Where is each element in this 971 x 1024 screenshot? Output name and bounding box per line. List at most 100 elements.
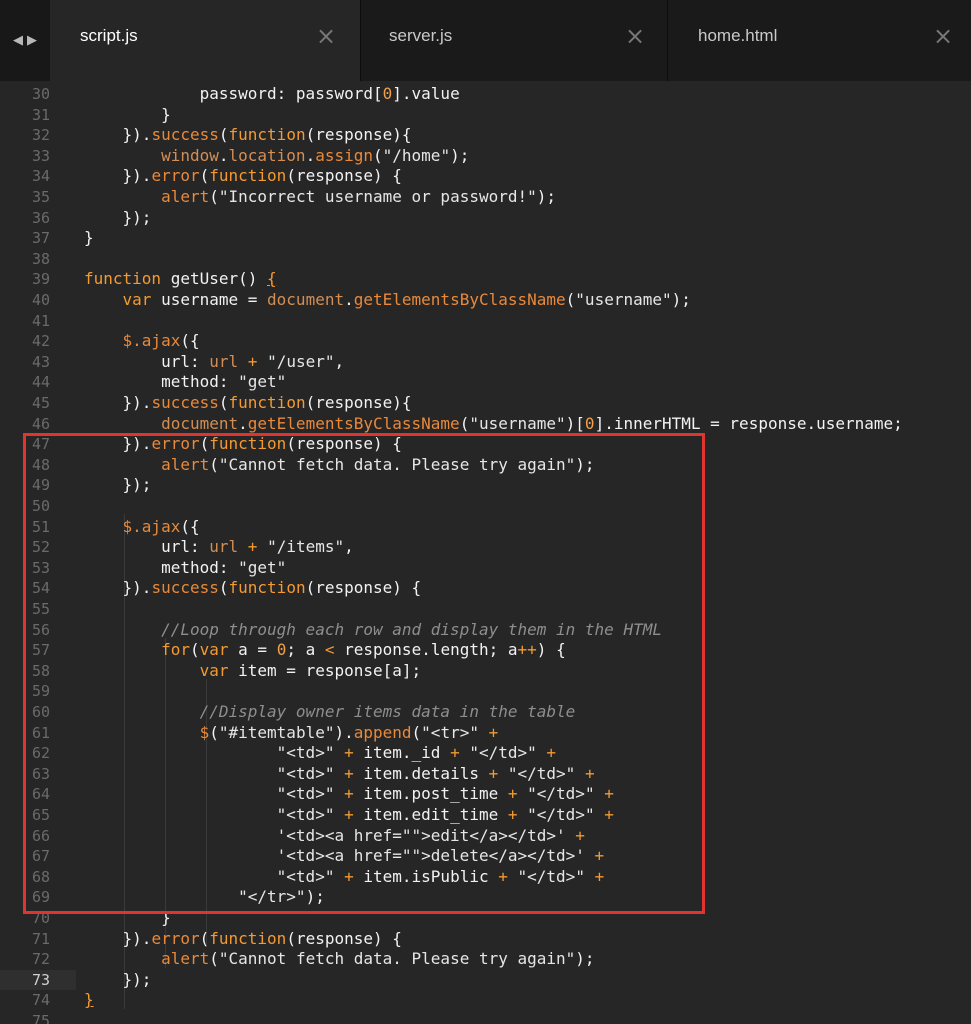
code-line[interactable]: 53 method: "get" [0,558,971,579]
line-code: "<td>" + item._id + "</td>" + [276,743,557,763]
tab-server-js[interactable]: server.js × [361,0,667,81]
close-icon[interactable]: × [621,22,649,50]
line-code: $.ajax({ [122,516,200,536]
code-line[interactable]: 31 } [0,105,971,126]
line-number: 60 [31,703,50,721]
line-code: var item = response[a]; [199,660,422,680]
line-code: url: url + "/items", [84,537,354,557]
line-code: }).error(function(response) { [84,434,402,454]
tab-home-html[interactable]: home.html × [668,0,971,81]
code-line[interactable]: 74} [0,990,971,1011]
code-line[interactable]: 32 }).success(function(response){ [0,125,971,146]
line-number: 46 [31,414,50,433]
line-number: 52 [31,538,50,557]
code-line[interactable]: 66 '<td><a href="">edit</a></td>' + [0,826,971,847]
tab-bar: ◀ ▶ script.js × server.js × home.html × [0,0,971,81]
line-number: 34 [31,167,50,186]
line-code: }).error(function(response) { [84,166,402,186]
code-line[interactable]: 72 alert("Cannot fetch data. Please try … [0,949,971,970]
code-line[interactable]: 35 alert("Incorrect username or password… [0,187,971,208]
code-line[interactable]: 55 [0,599,971,620]
code-line[interactable]: 59 [0,681,971,702]
close-icon[interactable]: × [312,22,340,50]
line-number: 32 [31,126,50,145]
tab-navigation: ◀ ▶ [0,0,50,81]
line-number: 38 [31,249,50,268]
code-line[interactable]: 56 //Loop through each row and display t… [0,620,971,641]
code-line[interactable]: 50 [0,496,971,517]
code-line[interactable]: 46 document.getElementsByClassName("user… [0,414,971,435]
code-line[interactable]: 30 password: password[0].value [0,84,971,105]
code-line[interactable]: 45 }).success(function(response){ [0,393,971,414]
code-line[interactable]: 34 }).error(function(response) { [0,166,971,187]
code-line[interactable]: 70 } [0,908,971,929]
line-number: 73 [31,970,50,989]
code-line[interactable]: 33 window.location.assign("/home"); [0,146,971,167]
code-line[interactable]: 47 }).error(function(response) { [0,434,971,455]
line-code: alert("Incorrect username or password!")… [161,187,557,206]
line-number: 66 [31,826,50,845]
code-line[interactable]: 44 method: "get" [0,372,971,393]
code-line[interactable]: 54 }).success(function(response) { [0,578,971,599]
code-line[interactable]: 51 $.ajax({ [0,517,971,538]
code-line[interactable]: 63 "<td>" + item.details + "</td>" + [0,764,971,785]
code-line[interactable]: 64 "<td>" + item.post_time + "</td>" + [0,784,971,805]
close-icon[interactable]: × [929,22,957,50]
line-code: "<td>" + item.details + "</td>" + [276,763,595,783]
line-number: 57 [31,641,50,660]
line-code: '<td><a href="">delete</a></td>' + [276,846,605,866]
line-code: }); [84,475,152,495]
code-line[interactable]: 65 "<td>" + item.edit_time + "</td>" + [0,805,971,826]
tab-script-js[interactable]: script.js × [50,0,360,81]
line-number: 33 [31,146,50,165]
line-number: 30 [31,85,50,103]
code-line[interactable]: 36 }); [0,208,971,229]
line-number: 50 [31,497,50,515]
line-code: "</tr>"); [238,887,325,907]
code-editor[interactable]: 30 password: password[0].value 31 } 32 }).… [0,81,971,1024]
line-code: "<td>" + item.edit_time + "</td>" + [276,805,614,824]
code-line[interactable]: 69 "</tr>"); [0,887,971,908]
code-line[interactable]: 71 }).error(function(response) { [0,929,971,950]
code-line[interactable]: 43 url: url + "/user", [0,352,971,373]
line-number: 55 [31,600,50,618]
line-code: window.location.assign("/home"); [161,145,470,165]
code-line[interactable]: 68 "<td>" + item.isPublic + "</td>" + [0,867,971,888]
line-number: 64 [31,785,50,804]
line-number: 62 [31,744,50,763]
line-code: "<td>" + item.post_time + "</td>" + [276,784,614,804]
code-line[interactable]: 58 var item = response[a]; [0,661,971,682]
code-line[interactable]: 41 [0,311,971,332]
code-line[interactable]: 57 for(var a = 0; a < response.length; a… [0,640,971,661]
tab-label: server.js [389,26,453,45]
line-number: 51 [31,517,50,536]
line-number: 75 [31,1012,50,1024]
code-line[interactable]: 49 }); [0,475,971,496]
line-code: url: url + "/user", [84,351,345,371]
code-line[interactable]: 61 $("#itemtable").append("<tr>" + [0,723,971,744]
line-number: 72 [31,950,50,969]
code-line[interactable]: 37} [0,228,971,249]
line-code: }).success(function(response){ [84,125,412,145]
code-line[interactable]: 62 "<td>" + item._id + "</td>" + [0,743,971,764]
code-line[interactable]: 39 function getUser() { [0,269,971,290]
line-number: 43 [31,352,50,371]
line-number: 47 [31,435,50,454]
line-number: 42 [31,332,50,351]
line-number: 39 [31,270,50,289]
line-number: 59 [31,682,50,701]
code-line[interactable]: 60 //Display owner items data in the tab… [0,702,971,723]
forward-arrow-icon[interactable]: ▶ [27,33,37,48]
code-line[interactable]: 73 }); [0,969,971,991]
line-code: "<td>" + item.isPublic + "</td>" + [276,866,605,886]
code-line[interactable]: 42 $.ajax({ [0,331,971,352]
code-line[interactable]: 52 url: url + "/items", [0,537,971,558]
back-arrow-icon[interactable]: ◀ [13,33,23,48]
line-code: alert("Cannot fetch data. Please try aga… [161,454,595,474]
code-line[interactable]: 48 alert("Cannot fetch data. Please try … [0,455,971,476]
line-code: } [84,104,171,124]
code-line[interactable]: 75 [0,1011,971,1024]
code-line[interactable]: 40 var username = document.getElementsBy… [0,290,971,311]
code-line[interactable]: 67 '<td><a href="">delete</a></td>' + [0,846,971,867]
code-line[interactable]: 38 [0,249,971,270]
